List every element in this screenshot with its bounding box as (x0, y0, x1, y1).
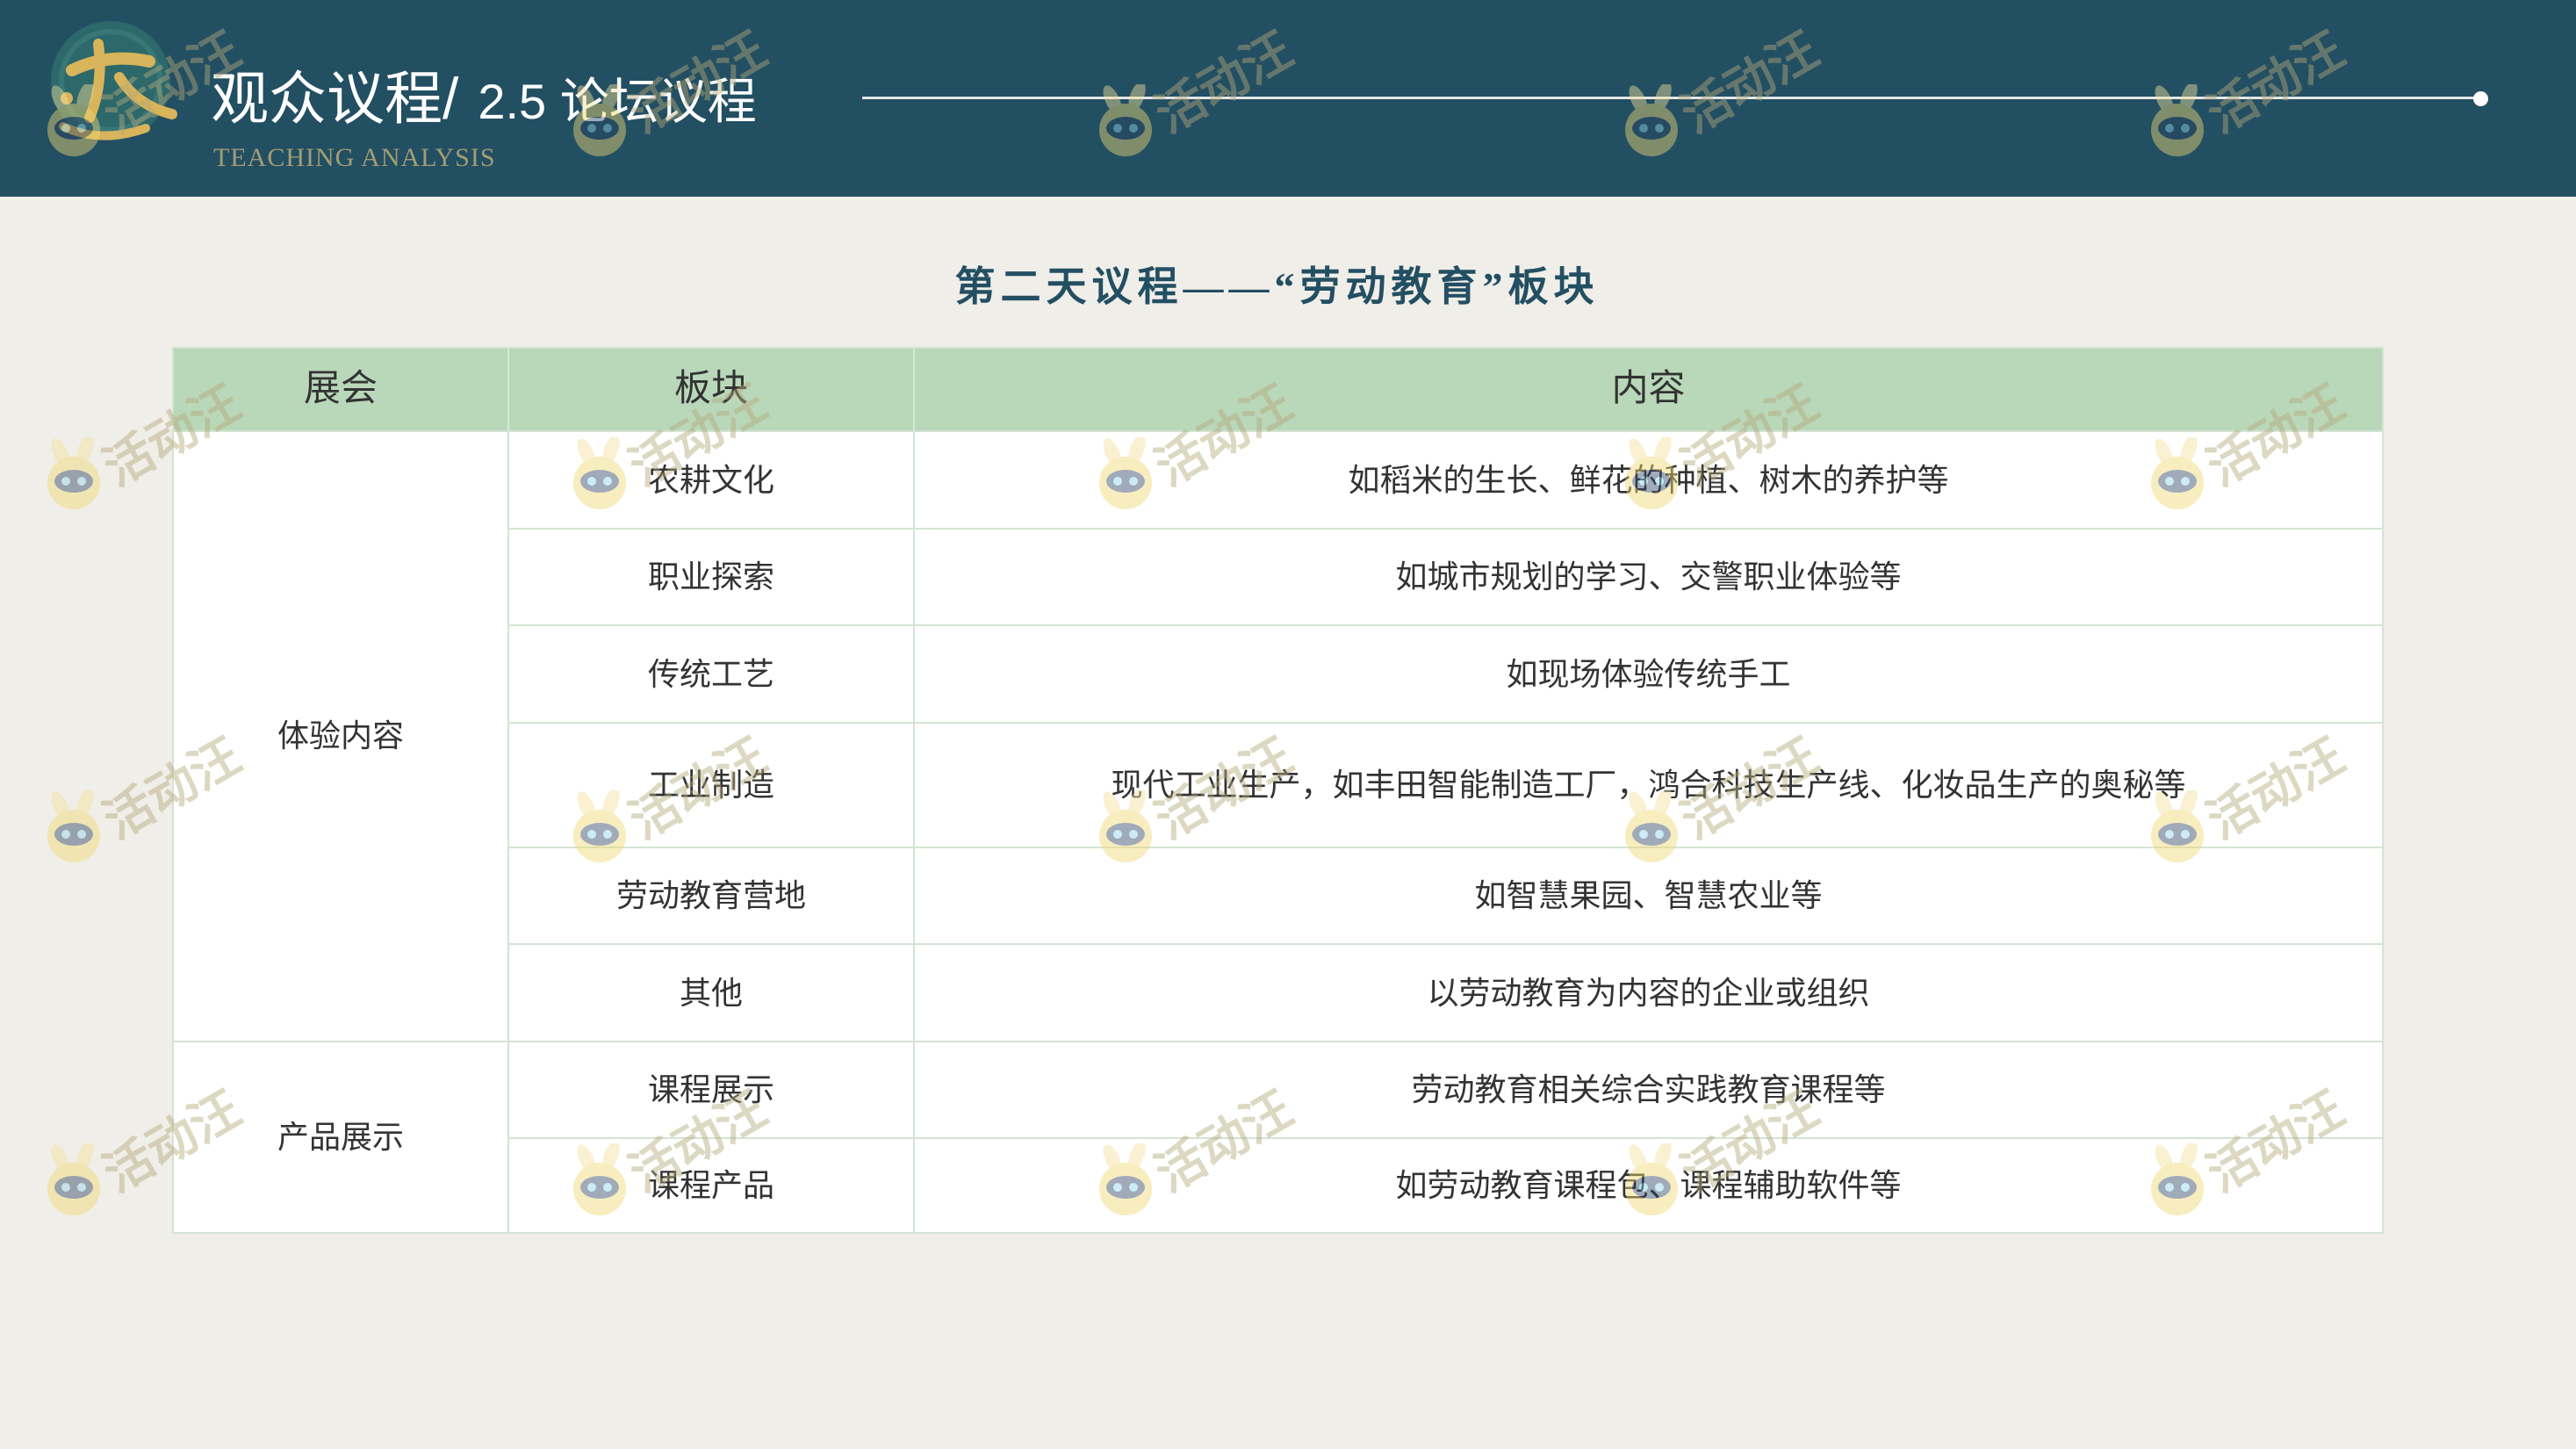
group-cell: 体验内容 (172, 430, 509, 1042)
block-cell: 工业制造 (507, 722, 915, 848)
group-label-experience: 体验内容 (277, 718, 404, 753)
content-cell: 现代工业生产，如丰田智能制造工厂，鸿合科技生产线、化妆品生产的奥秘等 (913, 722, 2384, 848)
content-cell: 如稻米的生长、鲜花的种植、树木的养护等 (913, 430, 2384, 530)
header-block: 板块 (508, 348, 915, 431)
subtitle: TEACHING ANALYSIS (213, 143, 496, 172)
table-row: 体验内容 农耕文化 如稻米的生长、鲜花的种植、树木的养护等 (172, 430, 2384, 1042)
group-label-products: 产品展示 (277, 1119, 404, 1155)
group-cell: 产品展示 (172, 1041, 509, 1234)
calligraphy-logo-icon (12, 7, 188, 165)
content-cell: 以劳动教育为内容的企业或组织 (913, 943, 2384, 1042)
header-bar: 观众议程/ 2.5 论坛议程 TEACHING ANALYSIS (0, 0, 2576, 197)
block-cell: 职业探索 (507, 528, 915, 626)
content-cell: 劳动教育相关综合实践教育课程等 (913, 1041, 2384, 1139)
title-section-number: 2.5 论坛议程 (478, 74, 757, 129)
header-content: 内容 (914, 348, 2383, 431)
table-row: 产品展示 课程展示 劳动教育相关综合实践教育课程等 (172, 1041, 2384, 1234)
dot-icon (2473, 91, 2488, 106)
agenda-table: 展会 板块 内容 体验内容 农耕文化 如稻米的生长、鲜花的种植、树木的养护等 职… (172, 347, 2384, 1234)
page-title: 观众议程/ 2.5 论坛议程 (211, 63, 757, 137)
section-title: 第二天议程——“劳动教育”板块 (954, 264, 1600, 309)
logo-circle (51, 21, 170, 141)
logo-graphic (51, 21, 177, 141)
block-cell: 农耕文化 (507, 430, 915, 530)
slide: 观众议程/ 2.5 论坛议程 TEACHING ANALYSIS 第二天议程——… (0, 0, 2576, 1449)
block-cell: 传统工艺 (507, 624, 915, 724)
content-cell: 如劳动教育课程包、课程辅助软件等 (913, 1137, 2384, 1234)
block-cell: 劳动教育营地 (507, 847, 915, 945)
logo-dot (61, 92, 73, 105)
mascot-icon (47, 790, 100, 862)
content-cell: 如现场体验传统手工 (913, 624, 2384, 724)
content-cell: 如城市规划的学习、交警职业体验等 (913, 528, 2384, 626)
block-cell: 课程产品 (507, 1137, 915, 1234)
block-cell: 其他 (507, 943, 915, 1042)
title-main: 观众议程/ (211, 66, 459, 131)
mascot-icon (47, 1143, 100, 1215)
header-divider-line (862, 97, 2474, 99)
mascot-icon (47, 437, 100, 509)
table-header-row: 展会 板块 内容 (173, 348, 2383, 431)
content-cell: 如智慧果园、智慧农业等 (913, 847, 2384, 945)
header-exhibition: 展会 (173, 348, 509, 431)
block-cell: 课程展示 (507, 1041, 915, 1139)
